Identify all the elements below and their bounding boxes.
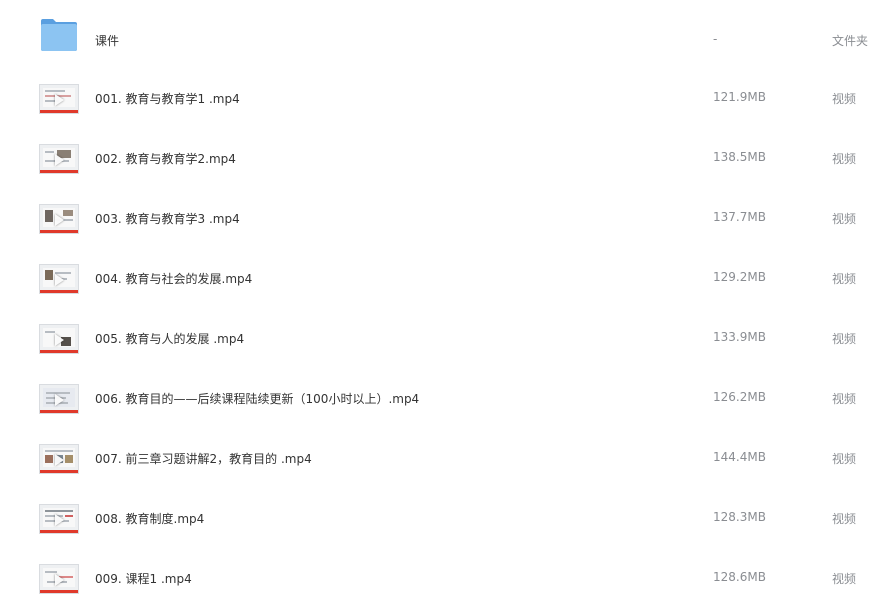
file-name: 008. 教育制度.mp4 <box>95 512 205 526</box>
file-size: 128.6MB <box>713 570 766 584</box>
play-icon <box>55 94 64 106</box>
file-name: 006. 教育目的——后续课程陆续更新（100小时以上）.mp4 <box>95 392 420 406</box>
file-type: 视频 <box>832 92 857 106</box>
file-row-folder[interactable]: 课件 - 文件夹 <box>0 18 893 78</box>
file-size: 133.9MB <box>713 330 766 344</box>
file-name: 001. 教育与教育学1 .mp4 <box>95 92 240 106</box>
play-icon <box>55 334 64 346</box>
file-type: 视频 <box>832 512 857 526</box>
video-thumbnail <box>39 504 79 534</box>
file-type: 视频 <box>832 572 857 586</box>
file-type: 文件夹 <box>832 34 869 48</box>
video-thumbnail <box>39 384 79 414</box>
file-size: 126.2MB <box>713 390 766 404</box>
file-size: 129.2MB <box>713 270 766 284</box>
file-type: 视频 <box>832 452 857 466</box>
file-name: 课件 <box>95 34 120 48</box>
play-icon <box>55 574 64 586</box>
file-row[interactable]: 008. 教育制度.mp4 128.3MB 视频 <box>0 496 893 556</box>
file-size: 121.9MB <box>713 90 766 104</box>
play-icon <box>55 154 64 166</box>
file-name: 004. 教育与社会的发展.mp4 <box>95 272 253 286</box>
file-size: 138.5MB <box>713 150 766 164</box>
play-icon <box>55 394 64 406</box>
file-row[interactable]: 007. 前三章习题讲解2，教育目的 .mp4 144.4MB 视频 <box>0 436 893 496</box>
file-size: 137.7MB <box>713 210 766 224</box>
file-type: 视频 <box>832 212 857 226</box>
video-thumbnail <box>39 204 79 234</box>
file-name: 009. 课程1 .mp4 <box>95 572 192 586</box>
video-thumbnail <box>39 144 79 174</box>
file-name: 002. 教育与教育学2.mp4 <box>95 152 236 166</box>
play-icon <box>55 274 64 286</box>
file-row[interactable]: 006. 教育目的——后续课程陆续更新（100小时以上）.mp4 126.2MB… <box>0 376 893 436</box>
video-thumbnail <box>39 264 79 294</box>
file-size: - <box>713 32 718 46</box>
play-icon <box>55 514 64 526</box>
file-list: 课件 - 文件夹 001. 教育与教育学1 .mp4 121.9MB 视频 00… <box>0 0 893 607</box>
file-row[interactable]: 004. 教育与社会的发展.mp4 129.2MB 视频 <box>0 256 893 316</box>
file-row[interactable]: 009. 课程1 .mp4 128.6MB 视频 <box>0 556 893 616</box>
file-name: 007. 前三章习题讲解2，教育目的 .mp4 <box>95 452 312 466</box>
video-thumbnail <box>39 84 79 114</box>
file-type: 视频 <box>832 272 857 286</box>
file-name: 005. 教育与人的发展 .mp4 <box>95 332 245 346</box>
file-size: 144.4MB <box>713 450 766 464</box>
video-thumbnail <box>39 564 79 594</box>
video-thumbnail <box>39 324 79 354</box>
file-type: 视频 <box>832 152 857 166</box>
file-name: 003. 教育与教育学3 .mp4 <box>95 212 240 226</box>
file-size: 128.3MB <box>713 510 766 524</box>
file-row[interactable]: 002. 教育与教育学2.mp4 138.5MB 视频 <box>0 136 893 196</box>
play-icon <box>55 454 64 466</box>
play-icon <box>55 214 64 226</box>
folder-icon <box>41 19 77 51</box>
file-type: 视频 <box>832 332 857 346</box>
file-row[interactable]: 001. 教育与教育学1 .mp4 121.9MB 视频 <box>0 76 893 136</box>
video-thumbnail <box>39 444 79 474</box>
file-type: 视频 <box>832 392 857 406</box>
file-row[interactable]: 005. 教育与人的发展 .mp4 133.9MB 视频 <box>0 316 893 376</box>
file-row[interactable]: 003. 教育与教育学3 .mp4 137.7MB 视频 <box>0 196 893 256</box>
